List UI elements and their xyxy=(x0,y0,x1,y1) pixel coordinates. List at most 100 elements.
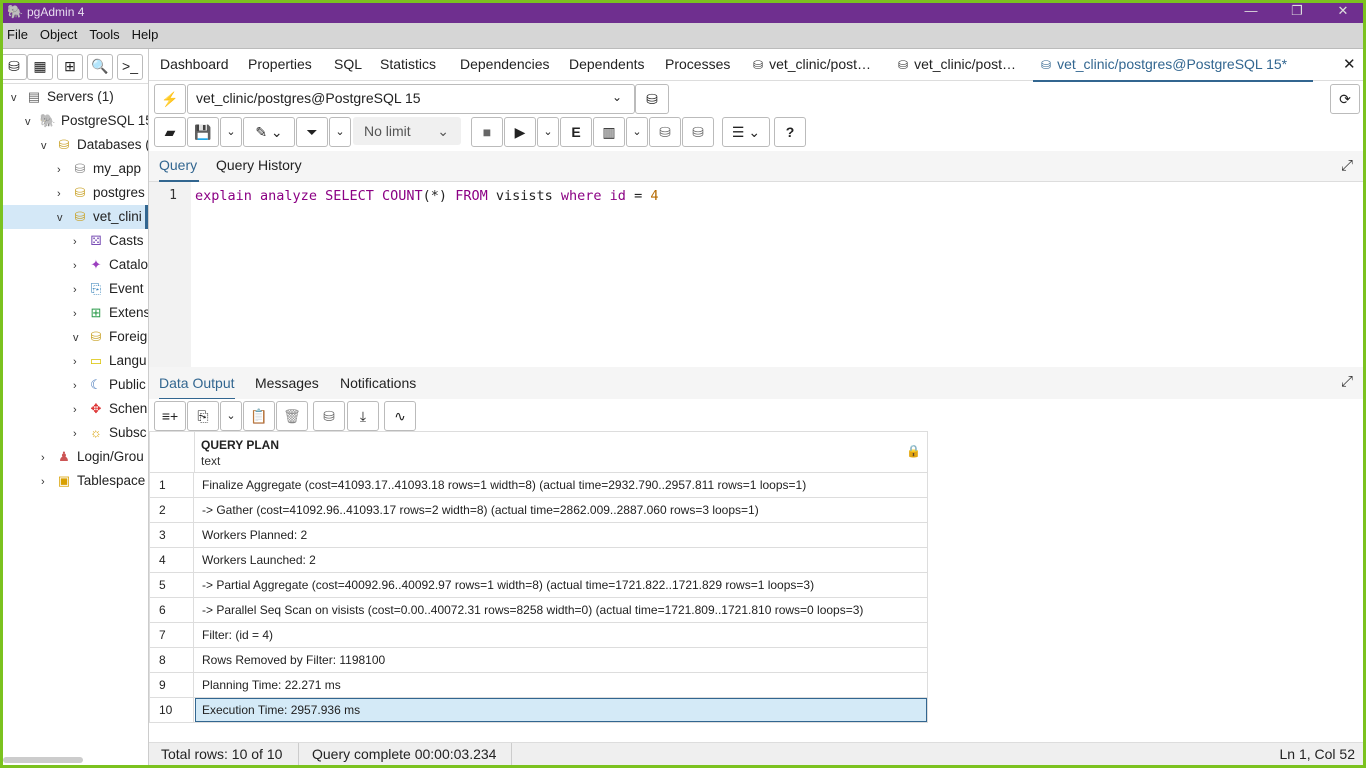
tab-query-tool-2[interactable]: ⛁ vet_clinic/post… xyxy=(898,49,1016,80)
tree-item-servers[interactable]: v ▤ Servers (1) xyxy=(11,85,114,109)
table-row[interactable]: 4 Workers Launched: 2 xyxy=(149,548,928,573)
tree-item-vet-clinic[interactable]: v ⛁ vet_clini xyxy=(57,205,142,229)
tree-item-publications[interactable]: › ☾ Public xyxy=(73,373,146,397)
explain-icon[interactable]: E xyxy=(560,117,592,147)
view-data-icon[interactable]: ▦ xyxy=(27,54,53,80)
execute-chevron-icon[interactable]: ⌄ xyxy=(537,117,559,147)
tree-item-schemas[interactable]: › ✥ Schen xyxy=(73,397,147,421)
connection-bar: ⚡ vet_clinic/postgres@PostgreSQL 15 ⌄ ⛁ … xyxy=(149,81,1363,117)
table-row[interactable]: 7 Filter: (id = 4) xyxy=(149,623,928,648)
tab-processes[interactable]: Processes xyxy=(665,49,730,80)
table-row[interactable]: 9 Planning Time: 22.271 ms xyxy=(149,673,928,698)
line-number: 1 xyxy=(169,188,177,203)
open-file-icon[interactable]: ▰ xyxy=(154,117,186,147)
expand-icon[interactable]: ⤢ xyxy=(1341,157,1353,174)
tree-item-catalogs[interactable]: › ✦ Catalo xyxy=(73,253,148,277)
row-header-corner[interactable] xyxy=(150,432,195,472)
commit-icon[interactable]: ⛁ xyxy=(649,117,681,147)
row-limit-select[interactable]: No limit ⌄ xyxy=(353,117,461,145)
save-options-chevron-icon[interactable]: ⌄ xyxy=(220,117,242,147)
close-window-icon[interactable]: ✕ xyxy=(1323,3,1363,19)
connection-select[interactable]: vet_clinic/postgres@PostgreSQL 15 ⌄ xyxy=(187,84,635,114)
tab-dependents[interactable]: Dependents xyxy=(569,49,645,80)
tree-item-tablespaces[interactable]: › ▣ Tablespace xyxy=(41,469,145,493)
sql-code-line[interactable]: explain analyze SELECT COUNT(*) FROM vis… xyxy=(195,188,659,204)
tree-item-databases[interactable]: v ⛁ Databases ( xyxy=(41,133,148,157)
filter-chevron-icon[interactable]: ⌄ xyxy=(329,117,351,147)
delete-icon[interactable]: 🗑 xyxy=(276,401,308,431)
menu-object[interactable]: Object xyxy=(36,23,82,46)
table-row[interactable]: 1 Finalize Aggregate (cost=41093.17..4109… xyxy=(149,473,928,498)
filter-rows-icon[interactable]: ⊞ xyxy=(57,54,83,80)
table-row[interactable]: 8 Rows Removed by Filter: 1198100 xyxy=(149,648,928,673)
graph-visualiser-icon[interactable]: ∿ xyxy=(384,401,416,431)
main-tab-bar: Dashboard Properties SQL Statistics Depe… xyxy=(149,49,1363,82)
tab-dashboard[interactable]: Dashboard xyxy=(160,49,229,80)
table-row[interactable]: 2 -> Gather (cost=41092.96..41093.17 rows… xyxy=(149,498,928,523)
macros-icon[interactable]: ☰ ⌄ xyxy=(722,117,770,147)
menu-help[interactable]: Help xyxy=(128,23,163,46)
tab-sql[interactable]: SQL xyxy=(334,49,362,80)
column-name[interactable]: QUERY PLAN xyxy=(201,438,279,452)
minimize-icon[interactable]: — xyxy=(1231,3,1271,18)
stop-icon[interactable]: ■ xyxy=(471,117,503,147)
tab-query-tool-1[interactable]: ⛁ vet_clinic/post… xyxy=(753,49,871,80)
tab-messages[interactable]: Messages xyxy=(255,369,319,398)
menu-file[interactable]: File xyxy=(3,23,32,46)
new-connection-icon[interactable]: ⛁ xyxy=(635,84,669,114)
query-tool-tab-icon: ⛁ xyxy=(753,58,764,72)
table-row[interactable]: 3 Workers Planned: 2 xyxy=(149,523,928,548)
tab-properties[interactable]: Properties xyxy=(248,49,312,80)
sql-editor[interactable]: 1 explain analyze SELECT COUNT(*) FROM v… xyxy=(149,182,1363,367)
tab-query[interactable]: Query xyxy=(159,151,199,182)
close-tab-icon[interactable]: ✕ xyxy=(1343,49,1356,80)
add-row-icon[interactable]: ≡+ xyxy=(154,401,186,431)
tree-item-extensions[interactable]: › ⊞ Extens xyxy=(73,301,148,325)
paste-icon[interactable]: 📋 xyxy=(243,401,275,431)
explain-chevron-icon[interactable]: ⌄ xyxy=(626,117,648,147)
menu-tools[interactable]: Tools xyxy=(85,23,123,46)
window-title: pgAdmin 4 xyxy=(27,5,85,19)
edit-pencil-icon[interactable]: ✎ ⌄ xyxy=(243,117,295,147)
help-icon[interactable]: ? xyxy=(774,117,806,147)
refresh-icon[interactable]: ⟳ xyxy=(1330,84,1360,114)
copy-chevron-icon[interactable]: ⌄ xyxy=(220,401,242,431)
tab-dependencies[interactable]: Dependencies xyxy=(460,49,550,80)
connection-status-icon[interactable]: ⚡ xyxy=(154,84,186,114)
search-icon[interactable]: 🔍 xyxy=(87,54,113,80)
tab-data-output[interactable]: Data Output xyxy=(159,369,235,400)
line-gutter: 1 xyxy=(149,182,191,367)
explorer-toolbar: ⛁ ▦ ⊞ 🔍 >_ xyxy=(3,49,148,84)
tree-item-foreign-data[interactable]: v ⛁ Foreig xyxy=(73,325,147,349)
tab-notifications[interactable]: Notifications xyxy=(340,369,416,398)
save-icon[interactable]: 💾 xyxy=(187,117,219,147)
tree-item-postgres[interactable]: › ⛁ postgres xyxy=(57,181,145,205)
table-row-selected[interactable]: 10 Execution Time: 2957.936 ms xyxy=(149,698,928,723)
maximize-icon[interactable]: ❐ xyxy=(1277,3,1317,19)
filter-icon[interactable]: ⏷ xyxy=(296,117,328,147)
save-data-icon[interactable]: ⛁ xyxy=(313,401,345,431)
expand-icon[interactable]: ⤢ xyxy=(1341,373,1353,390)
total-rows-status: Total rows: 10 of 10 xyxy=(161,746,283,762)
execute-play-icon[interactable]: ▶ xyxy=(504,117,536,147)
sidebar-scrollbar[interactable] xyxy=(3,757,83,763)
tab-query-history[interactable]: Query History xyxy=(216,151,302,180)
tree-item-my-app[interactable]: › ⛁ my_app xyxy=(57,157,141,181)
tab-statistics[interactable]: Statistics xyxy=(380,49,436,80)
tree-item-event-triggers[interactable]: › ⎘ Event xyxy=(73,277,144,301)
psql-terminal-icon[interactable]: >_ xyxy=(117,54,143,80)
download-icon[interactable]: ⤓ xyxy=(347,401,379,431)
title-bar: 🐘 pgAdmin 4 — ❐ ✕ xyxy=(3,3,1363,23)
tree-item-languages[interactable]: › ▭ Langu xyxy=(73,349,147,373)
query-tool-icon[interactable]: ⛁ xyxy=(3,54,27,80)
table-row[interactable]: 6 -> Parallel Seq Scan on visists (cost=0… xyxy=(149,598,928,623)
tab-query-tool-active[interactable]: ⛁ vet_clinic/postgres@PostgreSQL 15* xyxy=(1033,49,1313,82)
explain-analyze-icon[interactable]: ▥ xyxy=(593,117,625,147)
rollback-icon[interactable]: ⛁ xyxy=(682,117,714,147)
tree-item-login-roles[interactable]: › ♟ Login/Grou xyxy=(41,445,144,469)
tree-item-casts[interactable]: › ⚄ Casts xyxy=(73,229,144,253)
tree-item-postgresql[interactable]: v 🐘 PostgreSQL 15 xyxy=(25,109,148,133)
tree-item-subscriptions[interactable]: › ☼ Subsc xyxy=(73,421,147,445)
table-row[interactable]: 5 -> Partial Aggregate (cost=40092.96..40… xyxy=(149,573,928,598)
copy-icon[interactable]: ⎘ xyxy=(187,401,219,431)
